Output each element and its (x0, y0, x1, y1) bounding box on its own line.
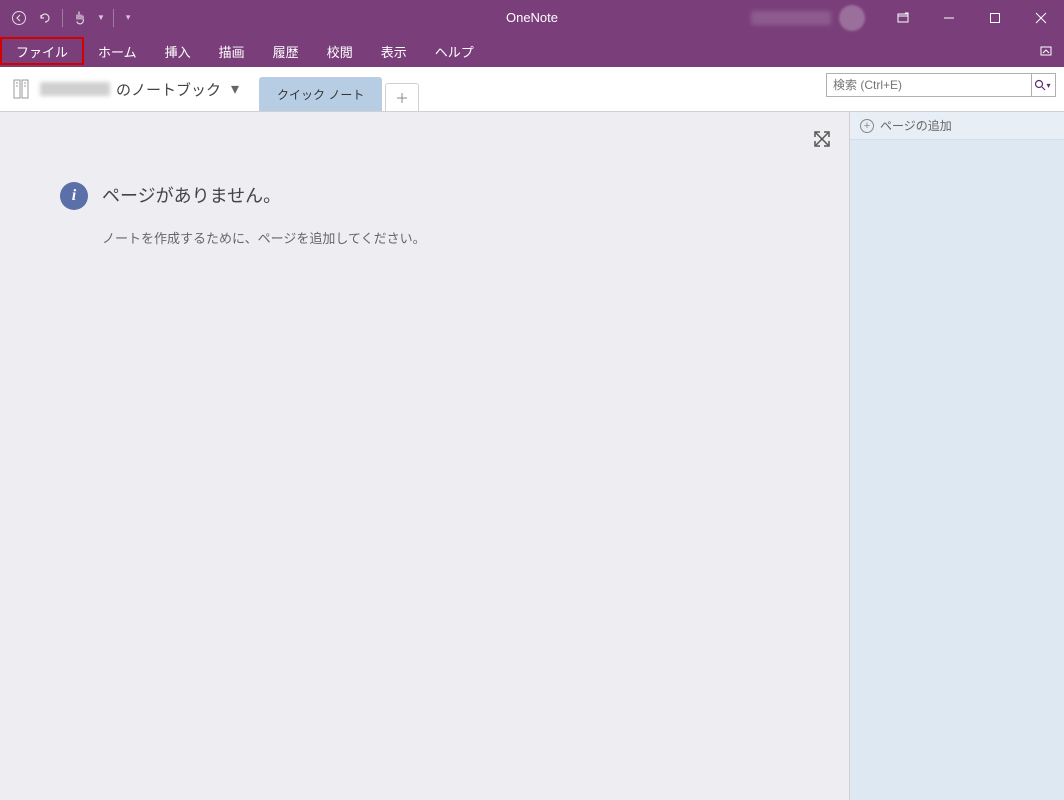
search-dropdown-icon: ▾ (1046, 81, 1052, 90)
back-icon[interactable] (10, 9, 28, 27)
section-tab-quick-notes[interactable]: クイック ノート (259, 77, 382, 111)
empty-text: ページがありません。 ノートを作成するために、ページを追加してください。 (102, 182, 426, 247)
tab-help[interactable]: ヘルプ (421, 35, 488, 67)
add-section-button[interactable] (385, 83, 419, 111)
ribbon-tabs: ファイル ホーム 挿入 描画 履歴 校閲 表示 ヘルプ (0, 35, 1064, 67)
add-page-label: ページの追加 (880, 117, 952, 134)
chevron-down-icon: ▾ (231, 79, 239, 99)
undo-icon[interactable] (36, 9, 54, 27)
tab-review[interactable]: 校閲 (313, 35, 367, 67)
search-button[interactable]: ▾ (1031, 74, 1055, 96)
user-name-redacted (751, 11, 831, 25)
plus-circle-icon: + (860, 119, 874, 133)
avatar (839, 5, 865, 31)
fullscreen-icon[interactable] (813, 130, 831, 153)
maximize-button[interactable] (972, 0, 1018, 35)
tab-file[interactable]: ファイル (0, 37, 84, 65)
user-account[interactable] (751, 5, 865, 31)
main-area: i ページがありません。 ノートを作成するために、ページを追加してください。 +… (0, 112, 1064, 800)
separator (113, 9, 114, 27)
qat-dropdown-icon[interactable]: ▼ (97, 13, 105, 22)
collapse-ribbon-icon[interactable] (1036, 41, 1056, 61)
ribbon-display-options-button[interactable] (880, 0, 926, 35)
customize-qat-icon[interactable]: ▾ (122, 12, 131, 23)
notebook-icon (10, 77, 34, 101)
touch-mode-icon[interactable] (71, 9, 89, 27)
add-page-button[interactable]: + ページの追加 (850, 112, 1064, 140)
quick-access-toolbar: ▼ ▾ (0, 9, 130, 27)
app-title: OneNote (506, 10, 558, 25)
empty-state: i ページがありません。 ノートを作成するために、ページを追加してください。 (60, 182, 789, 247)
section-tabs: クイック ノート (259, 67, 419, 111)
content-pane: i ページがありません。 ノートを作成するために、ページを追加してください。 (0, 112, 849, 800)
search-input[interactable] (827, 78, 1031, 92)
tab-home[interactable]: ホーム (84, 35, 151, 67)
close-button[interactable] (1018, 0, 1064, 35)
info-icon: i (60, 182, 88, 210)
separator (62, 9, 63, 27)
search-icon (1034, 79, 1046, 91)
tab-insert[interactable]: 挿入 (151, 35, 205, 67)
titlebar-right (751, 0, 1064, 35)
tab-history[interactable]: 履歴 (259, 35, 313, 67)
tab-draw[interactable]: 描画 (205, 35, 259, 67)
notebook-name-suffix: のノートブック (116, 79, 221, 100)
notebook-name-redacted (40, 82, 110, 96)
notebook-bar: のノートブック ▾ クイック ノート ▾ (0, 67, 1064, 112)
page-list-pane: + ページの追加 (849, 112, 1064, 800)
empty-subtext: ノートを作成するために、ページを追加してください。 (102, 228, 426, 247)
window-controls (926, 0, 1064, 35)
tab-view[interactable]: 表示 (367, 35, 421, 67)
search-box[interactable]: ▾ (826, 73, 1056, 97)
minimize-button[interactable] (926, 0, 972, 35)
notebook-selector[interactable]: のノートブック ▾ (0, 67, 249, 111)
empty-heading: ページがありません。 (102, 182, 426, 208)
title-bar: ▼ ▾ OneNote (0, 0, 1064, 35)
